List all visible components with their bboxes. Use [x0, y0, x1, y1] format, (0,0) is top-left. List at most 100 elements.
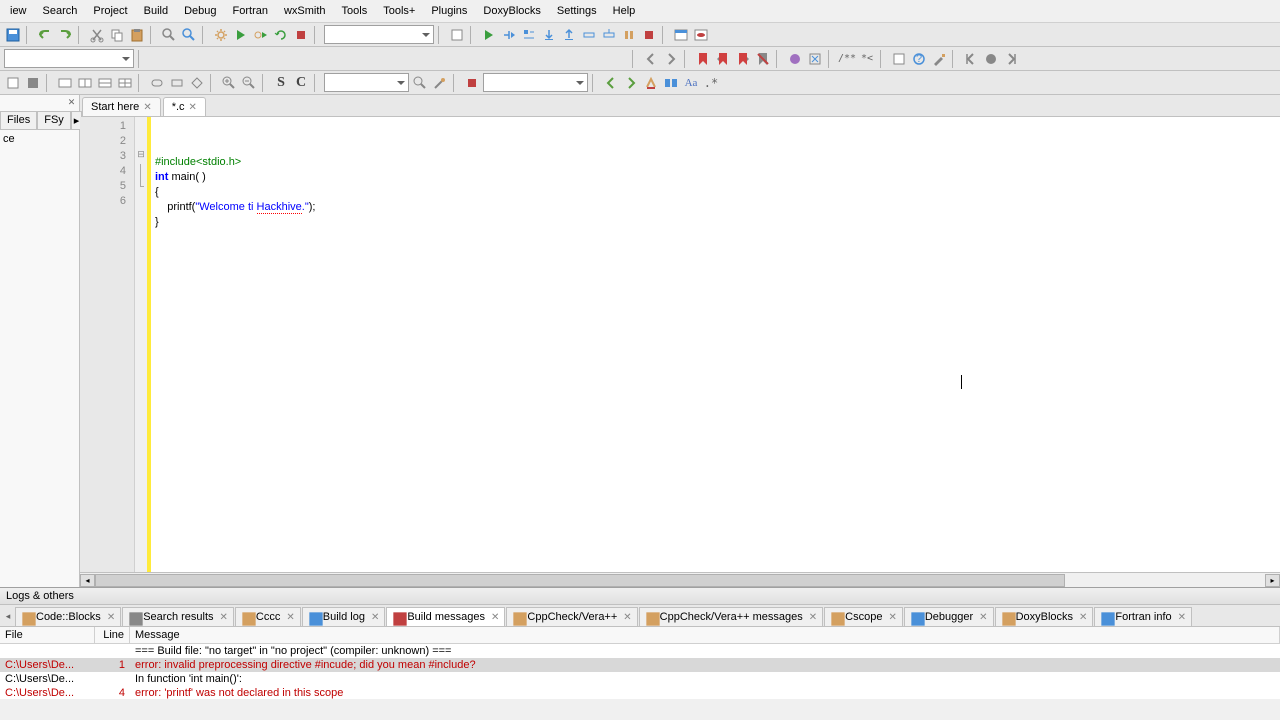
- rebuild-icon[interactable]: [272, 26, 290, 44]
- stop-debug-icon[interactable]: [640, 26, 658, 44]
- menu-debug[interactable]: Debug: [178, 3, 222, 19]
- menu-project[interactable]: Project: [87, 3, 133, 19]
- next-instr-icon[interactable]: [580, 26, 598, 44]
- menu-help[interactable]: Help: [607, 3, 642, 19]
- paste-icon[interactable]: [128, 26, 146, 44]
- editor-tab-start[interactable]: Start here ✕: [82, 97, 161, 116]
- tab-close-icon[interactable]: ✕: [1178, 612, 1186, 623]
- tab-close-icon[interactable]: ✕: [1079, 612, 1087, 623]
- toggle-source-icon[interactable]: [448, 26, 466, 44]
- tab-close-icon[interactable]: ✕: [623, 612, 631, 623]
- layout3-icon[interactable]: [96, 74, 114, 92]
- tab-close-icon[interactable]: ✕: [143, 102, 151, 113]
- menu-doxyblocks[interactable]: DoxyBlocks: [477, 3, 546, 19]
- fold-column[interactable]: ⊟: [135, 117, 147, 572]
- editor-tab-file[interactable]: *.c ✕: [163, 97, 206, 116]
- doxy-html-icon[interactable]: [890, 50, 908, 68]
- cut-icon[interactable]: [88, 26, 106, 44]
- sel2-icon[interactable]: [24, 74, 42, 92]
- menu-settings[interactable]: Settings: [551, 3, 603, 19]
- highlight-icon[interactable]: [642, 74, 660, 92]
- zoom-in-icon[interactable]: [220, 74, 238, 92]
- scroll-right-icon[interactable]: ▸: [1265, 574, 1280, 587]
- tab-close-icon[interactable]: ✕: [220, 612, 228, 623]
- abort-icon[interactable]: [292, 26, 310, 44]
- menu-fortran[interactable]: Fortran: [227, 3, 274, 19]
- sidebar-tab-files[interactable]: Files: [0, 111, 37, 129]
- jump-back-icon[interactable]: [962, 50, 980, 68]
- code-text[interactable]: #include<stdio.h>int main( ){ printf("We…: [151, 117, 1280, 572]
- tab-close-icon[interactable]: ✕: [371, 612, 379, 623]
- tab-close-icon[interactable]: ✕: [189, 102, 197, 113]
- tab-close-icon[interactable]: ✕: [809, 612, 817, 623]
- run-icon[interactable]: [232, 26, 250, 44]
- debug-windows-icon[interactable]: [672, 26, 690, 44]
- col-file[interactable]: File: [0, 627, 95, 643]
- match-case-icon[interactable]: [662, 74, 680, 92]
- doxy-wizard-icon[interactable]: [806, 50, 824, 68]
- tab-close-icon[interactable]: ✕: [491, 612, 499, 623]
- sel-icon[interactable]: [4, 74, 22, 92]
- log-row[interactable]: C:\Users\De...1error: invalid preprocess…: [0, 658, 1280, 672]
- col-msg[interactable]: Message: [130, 627, 1280, 643]
- menu-build[interactable]: Build: [138, 3, 174, 19]
- tab-close-icon[interactable]: ✕: [107, 612, 115, 623]
- debug-run-icon[interactable]: [480, 26, 498, 44]
- bookmark-next-icon[interactable]: [734, 50, 752, 68]
- replace-icon[interactable]: [180, 26, 198, 44]
- bookmark-clear-icon[interactable]: [754, 50, 772, 68]
- block-comment-icon[interactable]: /**: [838, 50, 856, 68]
- last-jump-icon[interactable]: [982, 50, 1000, 68]
- menu-view[interactable]: iew: [4, 3, 33, 19]
- sidebar-tab-fsy[interactable]: FSy: [37, 111, 71, 129]
- bookmark-prev-icon[interactable]: [714, 50, 732, 68]
- log-tab-debugger[interactable]: Debugger✕: [904, 607, 994, 626]
- log-tab-code-blocks[interactable]: Code::Blocks✕: [15, 607, 121, 626]
- log-row[interactable]: C:\Users\De...4error: 'printf' was not d…: [0, 686, 1280, 699]
- info-icon[interactable]: [692, 26, 710, 44]
- col-line[interactable]: Line: [95, 627, 130, 643]
- find-symbol-icon[interactable]: [411, 74, 429, 92]
- zoom-out-icon[interactable]: [240, 74, 258, 92]
- scroll-thumb[interactable]: [95, 574, 1065, 587]
- horizontal-scrollbar[interactable]: ◂ ▸: [80, 572, 1280, 587]
- menu-wxsmith[interactable]: wxSmith: [278, 3, 332, 19]
- s-icon[interactable]: S: [272, 74, 290, 92]
- undo-icon[interactable]: [36, 26, 54, 44]
- logs-tab-prev-icon[interactable]: ◂: [2, 611, 14, 622]
- bookmark-toggle-icon[interactable]: [694, 50, 712, 68]
- sidebar-close-icon[interactable]: ✕: [66, 97, 77, 108]
- log-tab-cscope[interactable]: Cscope✕: [824, 607, 903, 626]
- cond-icon[interactable]: [168, 74, 186, 92]
- tab-close-icon[interactable]: ✕: [286, 612, 294, 623]
- case-icon[interactable]: [188, 74, 206, 92]
- layout1-icon[interactable]: [56, 74, 74, 92]
- jump-fwd-icon[interactable]: [1002, 50, 1020, 68]
- step-out-icon[interactable]: [560, 26, 578, 44]
- log-tab-fortran-info[interactable]: Fortran info✕: [1094, 607, 1192, 626]
- layout2-icon[interactable]: [76, 74, 94, 92]
- doxy-chm-icon[interactable]: ?: [910, 50, 928, 68]
- log-row[interactable]: === Build file: "no target" in "no proje…: [0, 644, 1280, 658]
- layout4-icon[interactable]: [116, 74, 134, 92]
- log-tab-cccc[interactable]: Cccc✕: [235, 607, 301, 626]
- copy-icon[interactable]: [108, 26, 126, 44]
- log-row[interactable]: C:\Users\De...In function 'int main()':: [0, 672, 1280, 686]
- menu-tools[interactable]: Tools: [336, 3, 374, 19]
- prev-icon[interactable]: [602, 74, 620, 92]
- doxy-config-icon[interactable]: [930, 50, 948, 68]
- run-to-cursor-icon[interactable]: [500, 26, 518, 44]
- step-instr-icon[interactable]: [600, 26, 618, 44]
- opts-icon[interactable]: [431, 74, 449, 92]
- menu-toolsplus[interactable]: Tools+: [377, 3, 421, 19]
- tab-close-icon[interactable]: ✕: [888, 612, 896, 623]
- next-line-icon[interactable]: [520, 26, 538, 44]
- symbol-combo[interactable]: [324, 73, 409, 92]
- next-icon[interactable]: [622, 74, 640, 92]
- log-tab-build-messages[interactable]: Build messages✕: [386, 607, 505, 626]
- tab-close-icon[interactable]: ✕: [979, 612, 987, 623]
- forward-icon[interactable]: [662, 50, 680, 68]
- build-target-combo[interactable]: [324, 25, 434, 44]
- log-tab-build-log[interactable]: Build log✕: [302, 607, 386, 626]
- menu-plugins[interactable]: Plugins: [425, 3, 473, 19]
